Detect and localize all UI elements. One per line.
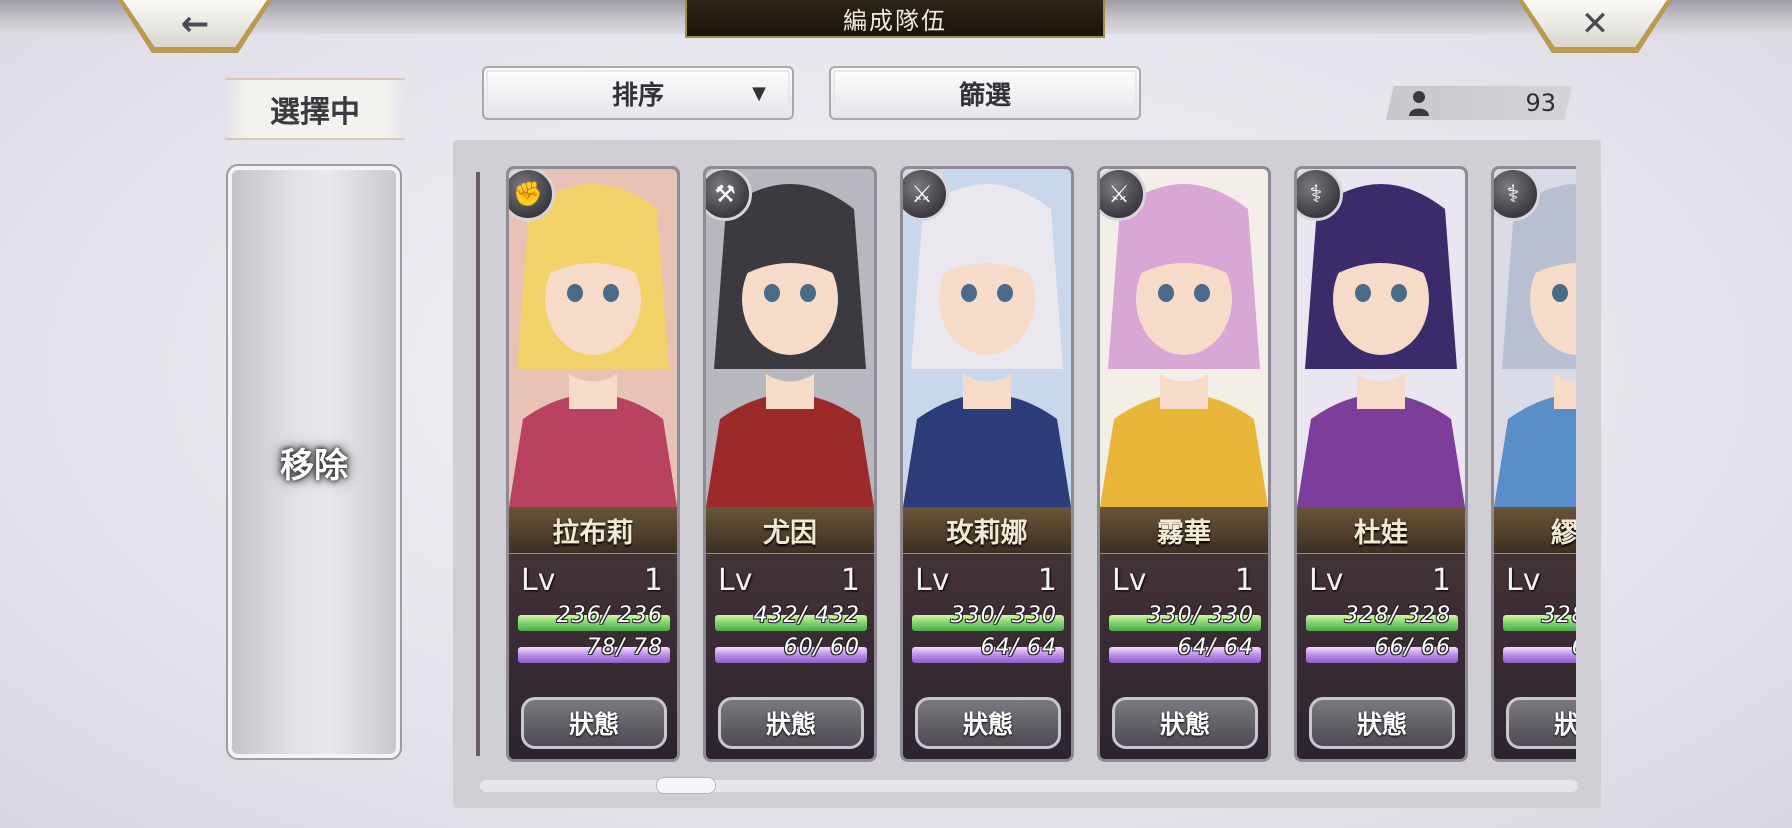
hp-value: 328/ 328 [1541, 603, 1576, 628]
back-arrow-icon: ← [180, 4, 210, 44]
selecting-label-text: 選擇中 [270, 95, 360, 130]
status-label: 狀態 [1356, 710, 1407, 739]
mp-value: 66/ 66 [1498, 635, 1576, 660]
chevron-down-icon: ▼ [752, 83, 766, 104]
status-button[interactable]: 狀態 [1506, 697, 1576, 749]
hp-value: 236/ 236 [556, 603, 663, 628]
level-label: Lv [1112, 563, 1147, 598]
level-value: 1 [643, 563, 663, 598]
user-icon [1409, 91, 1429, 116]
hp-value: 328/ 328 [1344, 603, 1451, 628]
sort-dropdown[interactable]: 排序 ▼ [482, 66, 794, 120]
character-card[interactable]: ⚔ 玫莉娜 Lv 1 330/ 330 64/ 64 狀態 [900, 166, 1074, 762]
status-button[interactable]: 狀態 [521, 697, 667, 749]
level-value: 1 [1431, 563, 1451, 598]
scrollbar-thumb[interactable] [656, 777, 716, 794]
level-label: Lv [915, 563, 950, 598]
character-name: 尤因 [706, 507, 874, 554]
remove-slot-button[interactable]: 移除 [226, 164, 402, 760]
mp-value: 64/ 64 [1177, 635, 1254, 660]
status-button[interactable]: 狀態 [718, 697, 864, 749]
hp-value: 330/ 330 [1147, 603, 1254, 628]
filter-button[interactable]: 篩選 [829, 66, 1141, 120]
status-label: 狀態 [962, 710, 1013, 739]
unit-count: 93 [1525, 89, 1556, 117]
character-card[interactable]: ⚕ 杜娃 Lv 1 328/ 328 66/ 66 狀態 [1294, 166, 1468, 762]
hp-value: 330/ 330 [950, 603, 1057, 628]
hp-value: 432/ 432 [753, 603, 860, 628]
status-label: 狀態 [568, 710, 619, 739]
character-stats: 繆露 Lv 1 328/ 328 66/ 66 狀態 [1494, 507, 1576, 759]
character-name: 拉布莉 [509, 507, 677, 554]
status-label: 狀態 [765, 710, 816, 739]
back-button[interactable]: ← [118, 0, 272, 53]
status-button[interactable]: 狀態 [1112, 697, 1258, 749]
level-value: 1 [840, 563, 860, 598]
mp-value: 66/ 66 [1374, 635, 1451, 660]
character-card[interactable]: ⚕ 繆露 Lv 1 328/ 328 66/ 66 狀態 [1491, 166, 1576, 762]
character-name: 玫莉娜 [903, 507, 1071, 554]
character-stats: 玫莉娜 Lv 1 330/ 330 64/ 64 狀態 [903, 507, 1071, 759]
character-card[interactable]: ⚒ 尤因 Lv 1 432/ 432 60/ 60 狀態 [703, 166, 877, 762]
card-edge [476, 172, 480, 756]
status-label: 狀態 [1159, 710, 1210, 739]
status-label: 狀態 [1554, 705, 1576, 741]
character-card[interactable]: ⚔ 霧華 Lv 1 330/ 330 64/ 64 狀態 [1097, 166, 1271, 762]
character-stats: 霧華 Lv 1 330/ 330 64/ 64 狀態 [1100, 507, 1268, 759]
scrollbar-track[interactable] [480, 780, 1578, 792]
character-stats: 杜娃 Lv 1 328/ 328 66/ 66 狀態 [1297, 507, 1465, 759]
level-label: Lv [718, 563, 753, 598]
close-button[interactable]: ✕ [1518, 0, 1672, 53]
remove-label: 移除 [280, 445, 348, 486]
level-label: Lv [1506, 563, 1541, 598]
mp-value: 64/ 64 [980, 635, 1057, 660]
character-stats: 拉布莉 Lv 1 236/ 236 78/ 78 狀態 [509, 507, 677, 759]
selecting-label: 選擇中 [225, 78, 405, 140]
character-list: ✊ 拉布莉 Lv 1 236/ 236 78/ 78 狀態 ⚒ 尤因 Lv 1 … [476, 160, 1576, 766]
level-value: 1 [1037, 563, 1057, 598]
close-icon: ✕ [1580, 4, 1610, 44]
filter-label: 篩選 [958, 80, 1011, 111]
level-label: Lv [521, 563, 556, 598]
status-button[interactable]: 狀態 [915, 697, 1061, 749]
character-card[interactable]: ✊ 拉布莉 Lv 1 236/ 236 78/ 78 狀態 [506, 166, 680, 762]
page-title-text: 編成隊伍 [843, 6, 947, 35]
character-stats: 尤因 Lv 1 432/ 432 60/ 60 狀態 [706, 507, 874, 759]
character-name: 繆露 [1494, 507, 1576, 554]
character-name: 杜娃 [1297, 507, 1465, 554]
character-name: 霧華 [1100, 507, 1268, 554]
mp-value: 60/ 60 [783, 635, 860, 660]
level-value: 1 [1234, 563, 1254, 598]
mp-value: 78/ 78 [586, 635, 663, 660]
page-title: 編成隊伍 [685, 0, 1105, 38]
status-button[interactable]: 狀態 [1309, 697, 1455, 749]
level-label: Lv [1309, 563, 1344, 598]
sort-label: 排序 [611, 80, 664, 111]
